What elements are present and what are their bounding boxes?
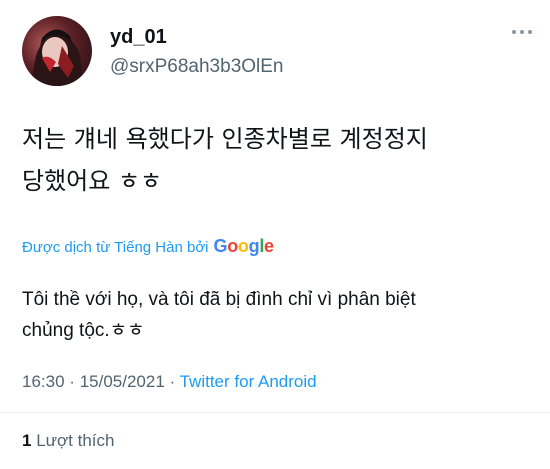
logo-letter: e — [264, 236, 274, 256]
translated-by-label: Được dịch từ Tiếng Hàn bởi — [22, 239, 209, 256]
tweet-date[interactable]: 15/05/2021 — [80, 372, 165, 391]
tweet-header: yd_01 @srxP68ah3b3OlEn — [22, 14, 532, 86]
tweet-text: 저는 걔네 욕했다가 인종차별로 계정정지 당했어요 ㅎㅎ — [22, 125, 428, 195]
meta-separator: · — [69, 372, 75, 391]
google-logo: Google — [213, 236, 275, 257]
logo-letter: o — [227, 236, 238, 256]
dot — [512, 30, 516, 34]
user-handle[interactable]: @srxP68ah3b3OlEn — [110, 56, 284, 78]
divider — [0, 412, 550, 413]
translated-text: Tôi thề với họ, và tôi đã bị đình chỉ vì… — [22, 289, 416, 341]
dot — [528, 30, 532, 34]
tweet-metadata: 16:30 · 15/05/2021 · Twitter for Android — [22, 372, 317, 392]
avatar-image — [30, 29, 84, 86]
tweet-time[interactable]: 16:30 — [22, 372, 65, 391]
translation-attribution[interactable]: Được dịch từ Tiếng Hàn bởi Google — [22, 236, 274, 257]
logo-letter: g — [248, 236, 260, 256]
more-dots-icon[interactable] — [512, 30, 532, 34]
like-count-number: 1 — [22, 431, 32, 450]
display-name[interactable]: yd_01 — [110, 26, 167, 49]
logo-letter: o — [237, 236, 249, 256]
likes-count[interactable]: 1 Lượt thích — [22, 431, 115, 451]
logo-letter: G — [213, 236, 228, 256]
avatar[interactable] — [22, 16, 92, 86]
tweet-source-link[interactable]: Twitter for Android — [180, 372, 317, 391]
dot — [520, 30, 524, 34]
like-label: Lượt thích — [36, 431, 115, 450]
meta-separator: · — [169, 372, 176, 391]
